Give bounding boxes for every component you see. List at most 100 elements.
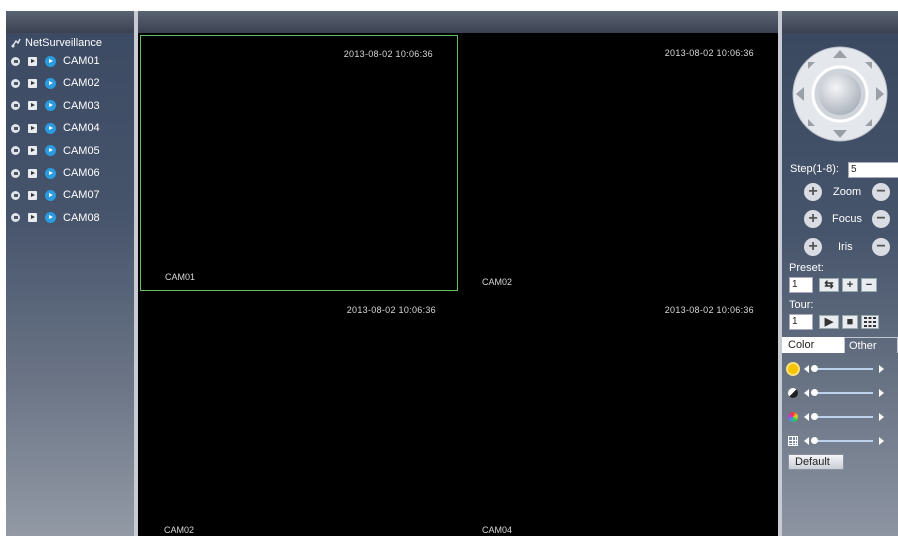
playback-icon[interactable] bbox=[28, 56, 37, 66]
record-icon[interactable] bbox=[11, 190, 20, 200]
tile-camera-label: CAM01 bbox=[165, 272, 196, 282]
brightness-slider[interactable] bbox=[811, 365, 873, 372]
record-icon[interactable] bbox=[11, 146, 20, 156]
playback-icon[interactable] bbox=[28, 101, 37, 111]
playback-icon[interactable] bbox=[28, 168, 37, 178]
preset-remove-button[interactable]: − bbox=[861, 278, 877, 292]
camera-row[interactable]: CAM06 bbox=[11, 166, 100, 180]
tour-grid-button[interactable] bbox=[861, 315, 879, 329]
record-icon[interactable] bbox=[11, 168, 20, 178]
camera-label: CAM08 bbox=[63, 211, 100, 224]
iris-close-button[interactable]: − bbox=[872, 238, 890, 256]
slider-handle[interactable] bbox=[811, 389, 818, 396]
camera-row[interactable]: CAM02 bbox=[11, 76, 100, 90]
camera-label: CAM01 bbox=[63, 55, 100, 67]
live-view-icon[interactable] bbox=[45, 100, 56, 112]
brightness-decrease-icon[interactable] bbox=[804, 365, 809, 373]
camera-row[interactable]: CAM03 bbox=[11, 99, 100, 113]
tree-root-label: NetSurveillance bbox=[25, 37, 103, 49]
device-tree-icon bbox=[11, 38, 21, 48]
playback-icon[interactable] bbox=[28, 146, 37, 156]
preset-add-button[interactable]: + bbox=[842, 278, 858, 292]
step-label: Step(1-8): bbox=[790, 163, 839, 175]
record-icon[interactable] bbox=[11, 78, 20, 88]
record-icon[interactable] bbox=[11, 101, 20, 111]
tab-other[interactable]: Other bbox=[844, 337, 898, 353]
brightness-increase-icon[interactable] bbox=[879, 365, 884, 373]
camera-row[interactable]: CAM08 bbox=[11, 211, 100, 225]
camera-row[interactable]: CAM04 bbox=[11, 121, 100, 135]
camera-label: CAM04 bbox=[63, 122, 100, 135]
playback-icon[interactable] bbox=[28, 78, 37, 88]
slider-handle[interactable] bbox=[811, 413, 818, 420]
hue-slider[interactable] bbox=[811, 437, 873, 444]
device-tree-panel: NetSurveillance CAM01 CAM02 CAM03 CAM04 CAM0… bbox=[6, 33, 134, 536]
tile-camera-label: CAM04 bbox=[482, 525, 513, 535]
camera-row[interactable]: CAM07 bbox=[11, 188, 100, 202]
step-select[interactable]: 5 bbox=[848, 162, 898, 178]
preset-goto-button[interactable]: ⇆ bbox=[819, 278, 839, 292]
playback-icon[interactable] bbox=[28, 213, 37, 223]
focus-out-button[interactable]: − bbox=[872, 210, 890, 228]
contrast-slider[interactable] bbox=[811, 389, 873, 396]
record-icon[interactable] bbox=[11, 123, 20, 133]
camera-label: CAM05 bbox=[63, 144, 100, 157]
playback-icon[interactable] bbox=[28, 190, 37, 200]
tile-timestamp: 2013-08-02 10:06:36 bbox=[664, 48, 754, 58]
preset-input[interactable]: 1 bbox=[789, 277, 813, 293]
zoom-in-button[interactable]: + bbox=[804, 183, 822, 201]
video-tile-4[interactable]: 2013-08-02 10:06:36 CAM04 bbox=[458, 293, 778, 536]
tour-label: Tour: bbox=[789, 299, 814, 311]
tab-other-label: Other bbox=[849, 340, 877, 352]
saturation-decrease-icon[interactable] bbox=[804, 413, 809, 421]
hue-increase-icon[interactable] bbox=[879, 437, 884, 445]
playback-icon[interactable] bbox=[28, 123, 37, 133]
hue-decrease-icon[interactable] bbox=[804, 437, 809, 445]
slider-handle[interactable] bbox=[811, 437, 818, 444]
tab-color-label: Color bbox=[788, 339, 815, 351]
tour-stop-button[interactable]: ■ bbox=[842, 315, 858, 329]
saturation-slider[interactable] bbox=[811, 413, 873, 420]
tab-color[interactable]: Color bbox=[782, 337, 844, 353]
contrast-slider-row bbox=[788, 387, 884, 399]
camera-row[interactable]: CAM01 bbox=[11, 54, 100, 68]
live-view-icon[interactable] bbox=[45, 122, 56, 134]
zoom-label: Zoom bbox=[833, 186, 862, 198]
camera-label: CAM07 bbox=[63, 189, 100, 202]
iris-open-button[interactable]: + bbox=[804, 238, 822, 256]
default-button-label: Default bbox=[795, 456, 830, 468]
contrast-icon bbox=[788, 388, 798, 398]
record-icon[interactable] bbox=[11, 213, 20, 223]
step-value: 5 bbox=[851, 164, 857, 175]
live-view-icon[interactable] bbox=[45, 145, 56, 157]
saturation-increase-icon[interactable] bbox=[879, 413, 884, 421]
default-button[interactable]: Default bbox=[788, 454, 844, 470]
video-tile-3[interactable]: 2013-08-02 10:06:36 CAM02 bbox=[140, 293, 460, 536]
contrast-decrease-icon[interactable] bbox=[804, 389, 809, 397]
saturation-slider-row bbox=[788, 411, 884, 423]
ptz-direction-pad[interactable] bbox=[790, 38, 890, 148]
video-tile-2[interactable]: 2013-08-02 10:06:36 CAM02 bbox=[458, 35, 778, 295]
center-header-bar bbox=[138, 11, 778, 33]
tour-play-button[interactable]: ▶ bbox=[819, 315, 839, 329]
grid-icon bbox=[864, 317, 876, 327]
zoom-out-button[interactable]: − bbox=[872, 183, 890, 201]
record-icon[interactable] bbox=[11, 56, 20, 66]
live-view-icon[interactable] bbox=[45, 189, 56, 201]
live-view-icon[interactable] bbox=[45, 55, 56, 67]
contrast-increase-icon[interactable] bbox=[879, 389, 884, 397]
tree-root[interactable]: NetSurveillance bbox=[10, 37, 102, 49]
preset-value: 1 bbox=[792, 279, 798, 290]
video-tile-1[interactable]: 2013-08-02 10:06:36 CAM01 bbox=[140, 35, 458, 291]
live-view-icon[interactable] bbox=[45, 212, 56, 224]
saturation-icon bbox=[788, 412, 798, 422]
iris-label: Iris bbox=[838, 241, 853, 253]
focus-in-button[interactable]: + bbox=[804, 210, 822, 228]
camera-row[interactable]: CAM05 bbox=[11, 144, 100, 158]
tile-timestamp: 2013-08-02 10:06:36 bbox=[346, 305, 436, 315]
tour-input[interactable]: 1 bbox=[789, 314, 813, 330]
tile-timestamp: 2013-08-02 10:06:36 bbox=[664, 305, 754, 315]
live-view-icon[interactable] bbox=[45, 167, 56, 179]
slider-handle[interactable] bbox=[811, 365, 818, 372]
live-view-icon[interactable] bbox=[45, 77, 56, 89]
